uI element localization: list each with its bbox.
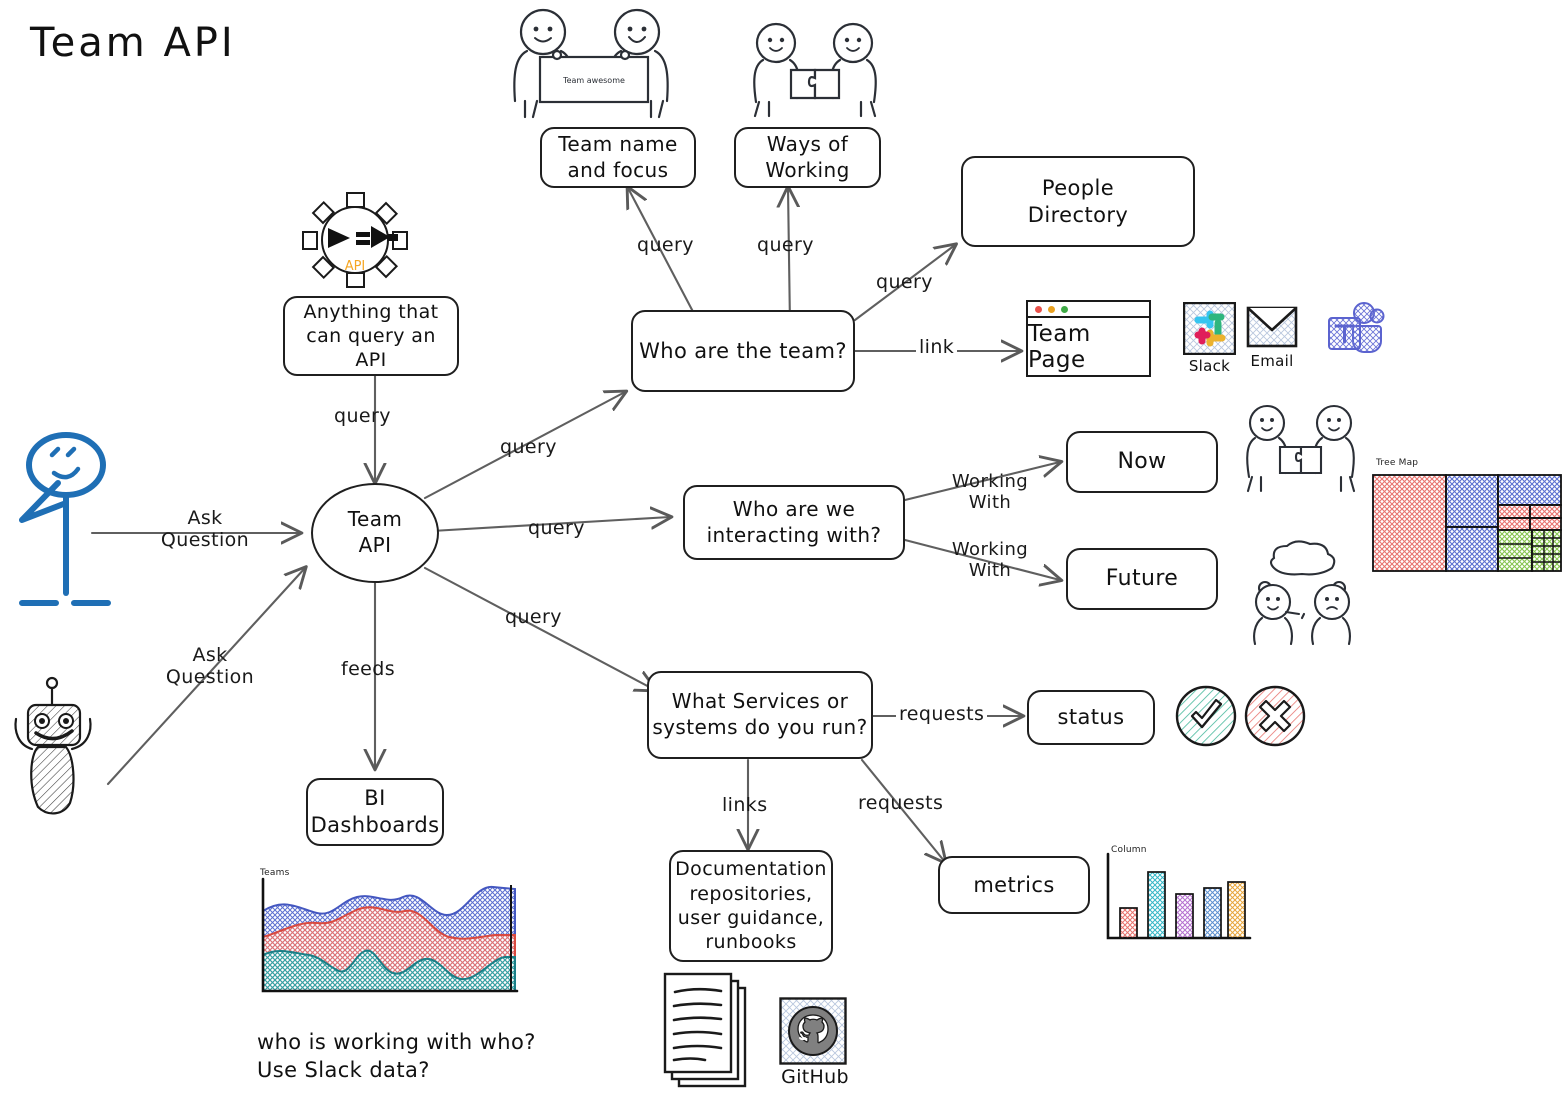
slack-icon-caption: Slack (1188, 357, 1231, 375)
node-label: Future (1105, 565, 1179, 591)
edge-label-anything-to-teamapi: query (334, 405, 391, 427)
cross-circle-icon (1244, 685, 1306, 747)
node-label: Documentation repositories, user guidanc… (675, 858, 827, 954)
edge-label-services-to-status: requests (896, 703, 988, 726)
node-who-are-we-interacting-with[interactable]: Who are we interacting with? (683, 485, 905, 560)
tree-map-title: Tree Map (1376, 458, 1419, 468)
edge-label-interacting-to-future: Working With (951, 539, 1029, 581)
node-label: People Directory (1027, 175, 1129, 227)
browser-minimize-dot (1048, 305, 1055, 313)
browser-titlebar (1028, 302, 1149, 318)
node-who-are-the-team[interactable]: Who are the team? (631, 310, 855, 392)
microsoft-teams-icon[interactable] (1325, 302, 1385, 358)
edge-label-team-to-teampage: link (916, 336, 958, 359)
puzzle-people-now-illustration (1246, 404, 1356, 493)
node-label: BI Dashboards (310, 786, 440, 837)
browser-close-dot (1035, 305, 1042, 313)
node-ways-of-working[interactable]: Ways of Working (734, 127, 881, 188)
node-anything-that-can-query-an-api[interactable]: Anything that can query an API (283, 296, 459, 376)
node-team-name-and-focus[interactable]: Team name and focus (540, 127, 696, 188)
github-icon[interactable] (779, 997, 847, 1065)
edge-label-team-to-teamname: query (637, 234, 694, 256)
node-status[interactable]: status (1027, 690, 1155, 745)
interactions-tree-map (1372, 474, 1562, 572)
teams-area-chart-title: Teams (260, 868, 290, 878)
node-label: status (1057, 705, 1125, 730)
documents-stack-icon (663, 972, 747, 1088)
api-gear-icon: API (302, 192, 408, 288)
edge-teamapi-to-services (423, 566, 655, 690)
slack-data-note: who is working with who? Use Slack data? (257, 1030, 536, 1083)
edge-label-interacting-to-now: Working With (951, 471, 1029, 513)
edge-label-services-to-docs: links (722, 794, 768, 816)
robot-illustration (14, 676, 92, 815)
team-banner-text: Team awesome (562, 76, 625, 85)
node-label: Team API (347, 507, 403, 557)
edge-label-person-to-teamapi: Ask Question (160, 507, 250, 551)
node-label: metrics (973, 872, 1055, 897)
team-page-label: Team Page (1028, 320, 1091, 373)
node-label: Who are we interacting with? (706, 496, 882, 547)
slack-icon[interactable] (1183, 302, 1236, 355)
node-label: Who are the team? (639, 338, 847, 363)
metrics-column-chart (1106, 852, 1252, 940)
column-chart-title: Column (1111, 845, 1147, 855)
edge-label-services-to-metrics: requests (858, 792, 944, 814)
puzzle-people-illustration (753, 22, 877, 118)
user-person-illustration (19, 432, 111, 606)
edge-label-robot-to-teamapi: Ask Question (165, 644, 255, 688)
teams-stacked-area-chart (261, 877, 519, 993)
node-team-api[interactable]: Team API (311, 483, 439, 583)
email-icon[interactable] (1246, 305, 1298, 350)
edge-label-team-to-people-dir: query (876, 271, 933, 293)
team-banner-people-illustration: Team awesome (513, 8, 669, 119)
node-future[interactable]: Future (1066, 548, 1218, 610)
check-circle-icon (1175, 685, 1237, 747)
edge-label-teamapi-to-services: query (505, 606, 562, 628)
node-documentation-repositories[interactable]: Documentation repositories, user guidanc… (669, 850, 833, 962)
thought-cloud-people-illustration (1253, 540, 1351, 645)
edge-label-teamapi-to-bi: feeds (341, 658, 396, 680)
node-bi-dashboards[interactable]: BI Dashboards (306, 778, 444, 846)
node-label: Now (1117, 448, 1167, 474)
edge-label-teamapi-to-interacting: query (528, 517, 585, 539)
node-metrics[interactable]: metrics (938, 856, 1090, 914)
github-icon-caption: GitHub (781, 1066, 849, 1088)
node-label: What Services or systems do you run? (652, 689, 868, 739)
node-now[interactable]: Now (1066, 431, 1218, 493)
email-icon-caption: Email (1250, 352, 1294, 370)
node-what-services-or-systems-do-you-run[interactable]: What Services or systems do you run? (647, 671, 873, 759)
team-page-browser-window[interactable]: Team Page (1026, 300, 1151, 377)
browser-maximize-dot (1061, 305, 1068, 313)
api-gear-label: API (345, 259, 366, 274)
diagram-canvas: Team API query Ask Question Ask Question… (0, 0, 1564, 1109)
node-people-directory[interactable]: People Directory (961, 156, 1195, 247)
edge-label-teamapi-to-team: query (500, 436, 557, 458)
node-label: Team name and focus (558, 131, 678, 182)
edge-label-team-to-ways: query (757, 234, 814, 256)
node-label: Ways of Working (765, 131, 850, 182)
node-label: Anything that can query an API (303, 300, 439, 372)
